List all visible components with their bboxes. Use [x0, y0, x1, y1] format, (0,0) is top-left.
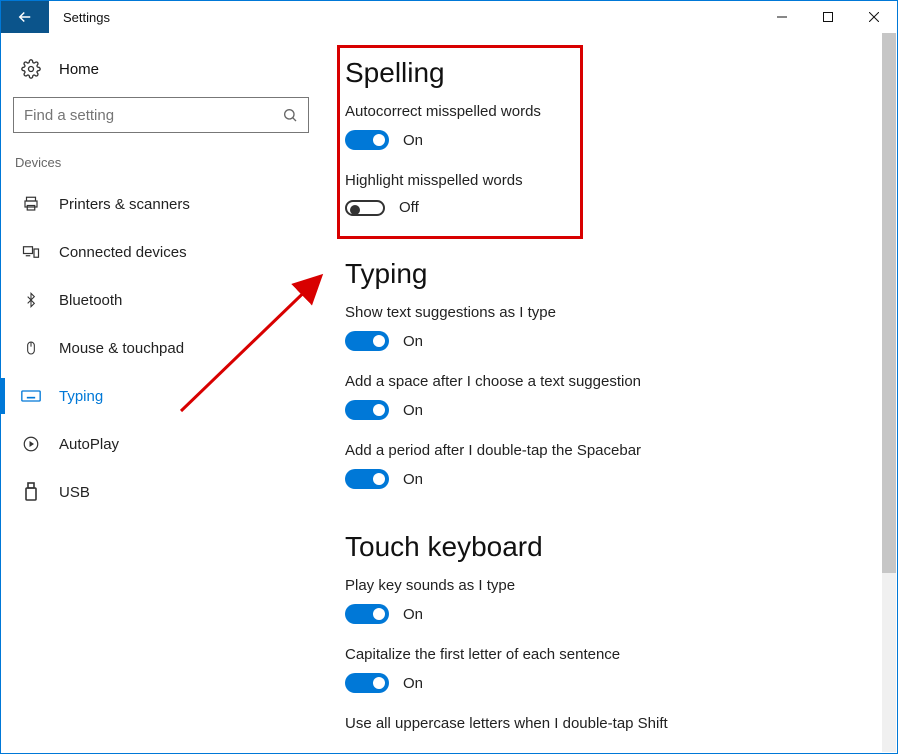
- sidebar-item-usb[interactable]: USB: [13, 468, 309, 516]
- sidebar-item-bluetooth[interactable]: Bluetooth: [13, 276, 309, 324]
- sidebar-item-mouse[interactable]: Mouse & touchpad: [13, 324, 309, 372]
- sidebar-item-label: Printers & scanners: [59, 196, 190, 213]
- back-button[interactable]: [1, 1, 49, 33]
- section-title: Typing: [345, 258, 867, 290]
- section-title: Touch keyboard: [345, 531, 867, 563]
- connected-icon: [21, 243, 41, 261]
- arrow-left-icon: [16, 8, 34, 26]
- setting-label: Play key sounds as I type: [345, 577, 867, 594]
- sidebar-item-label: AutoPlay: [59, 436, 119, 453]
- section-touch-keyboard: Touch keyboard Play key sounds as I type…: [345, 531, 867, 732]
- toggle-capitalize-first[interactable]: [345, 673, 389, 693]
- search-input[interactable]: [24, 107, 282, 124]
- setting-label: Highlight misspelled words: [345, 172, 867, 189]
- toggle-state: On: [403, 606, 423, 623]
- sidebar-item-label: USB: [59, 484, 90, 501]
- section-title: Spelling: [345, 57, 867, 89]
- toggle-text-suggestions[interactable]: [345, 331, 389, 351]
- autoplay-icon: [21, 435, 41, 453]
- usb-icon: [21, 482, 41, 502]
- sidebar-item-autoplay[interactable]: AutoPlay: [13, 420, 309, 468]
- category-header: Devices: [13, 155, 309, 180]
- sidebar-item-printers[interactable]: Printers & scanners: [13, 180, 309, 228]
- setting-label: Autocorrect misspelled words: [345, 103, 867, 120]
- setting-label: Use all uppercase letters when I double-…: [345, 715, 867, 732]
- scrollbar[interactable]: [882, 33, 896, 752]
- setting-label: Show text suggestions as I type: [345, 304, 867, 321]
- gear-icon: [21, 59, 41, 79]
- titlebar: Settings: [1, 1, 897, 33]
- sidebar-item-label: Mouse & touchpad: [59, 340, 184, 357]
- maximize-button[interactable]: [805, 1, 851, 33]
- toggle-add-period[interactable]: [345, 469, 389, 489]
- window-title: Settings: [49, 10, 110, 25]
- content-pane: Spelling Autocorrect misspelled words On…: [321, 33, 897, 753]
- toggle-autocorrect[interactable]: [345, 130, 389, 150]
- setting-label: Capitalize the first letter of each sent…: [345, 646, 867, 663]
- sidebar: Home Devices Printers & scanners Connect…: [1, 33, 321, 753]
- mouse-icon: [21, 338, 41, 358]
- search-box[interactable]: [13, 97, 309, 133]
- toggle-state: On: [403, 675, 423, 692]
- home-label: Home: [59, 61, 99, 78]
- keyboard-icon: [21, 389, 41, 403]
- toggle-key-sounds[interactable]: [345, 604, 389, 624]
- printer-icon: [21, 195, 41, 213]
- bluetooth-icon: [21, 291, 41, 309]
- section-spelling: Spelling Autocorrect misspelled words On…: [345, 57, 867, 216]
- sidebar-item-typing[interactable]: Typing: [13, 372, 309, 420]
- close-button[interactable]: [851, 1, 897, 33]
- toggle-state: On: [403, 132, 423, 149]
- section-typing: Typing Show text suggestions as I type O…: [345, 258, 867, 489]
- toggle-add-space[interactable]: [345, 400, 389, 420]
- sidebar-item-label: Bluetooth: [59, 292, 122, 309]
- minimize-button[interactable]: [759, 1, 805, 33]
- sidebar-item-label: Typing: [59, 388, 103, 405]
- home-button[interactable]: Home: [13, 53, 309, 97]
- search-icon: [282, 107, 298, 123]
- window-controls: [759, 1, 897, 33]
- toggle-state: Off: [399, 199, 419, 216]
- toggle-highlight-misspelled[interactable]: [345, 200, 385, 216]
- setting-label: Add a period after I double-tap the Spac…: [345, 442, 867, 459]
- scroll-thumb[interactable]: [882, 33, 896, 573]
- sidebar-item-connected[interactable]: Connected devices: [13, 228, 309, 276]
- nav-list: Printers & scanners Connected devices Bl…: [13, 180, 309, 516]
- toggle-state: On: [403, 471, 423, 488]
- setting-label: Add a space after I choose a text sugges…: [345, 373, 867, 390]
- toggle-state: On: [403, 333, 423, 350]
- toggle-state: On: [403, 402, 423, 419]
- sidebar-item-label: Connected devices: [59, 244, 187, 261]
